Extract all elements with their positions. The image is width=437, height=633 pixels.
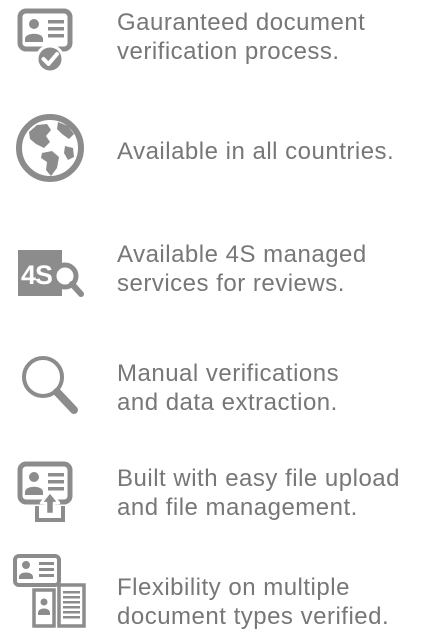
feature-item-managed-services: 4S Available 4S managed services for rev… [0,232,437,312]
feature-text-line: document types verified. [117,603,390,630]
feature-text: Manual verifications and data extraction… [117,359,433,417]
feature-text-line: Manual verifications [117,360,340,387]
feature-item-file-upload: Built with easy file upload and file man… [0,456,437,536]
magnifier-icon [10,344,90,424]
feature-text: Available 4S managed services for review… [117,240,433,298]
id-card-verified-icon [10,4,90,84]
globe-icon [10,108,90,188]
feature-text-line: verification process. [117,38,340,65]
feature-text-line: and data extraction. [117,389,338,416]
feature-text: Available in all countries. [117,137,433,166]
feature-text: Flexibility on multiple document types v… [117,573,433,631]
feature-item-manual-verification: Manual verifications and data extraction… [0,344,437,424]
feature-text-line: services for reviews. [117,270,345,297]
feature-item-countries: Available in all countries. [0,108,437,188]
feature-text-line: Built with easy file upload [117,465,400,492]
id-card-upload-icon [10,456,90,536]
feature-text-line: Available 4S managed [117,241,367,268]
feature-text: Built with easy file upload and file man… [117,464,433,522]
feature-item-document-types: Flexibility on multiple document types v… [0,553,437,633]
badge-text: 4S [21,260,52,290]
multiple-documents-icon [10,551,90,631]
feature-text-line: Gauranteed document [117,9,366,36]
feature-text-line: Flexibility on multiple [117,574,350,601]
4s-managed-services-icon: 4S [10,232,90,312]
feature-item-document-verification: Gauranteed document verification process… [0,0,437,80]
feature-text-line: and file management. [117,494,358,521]
feature-text: Gauranteed document verification process… [117,8,433,66]
feature-text-line: Available in all countries. [117,138,395,165]
